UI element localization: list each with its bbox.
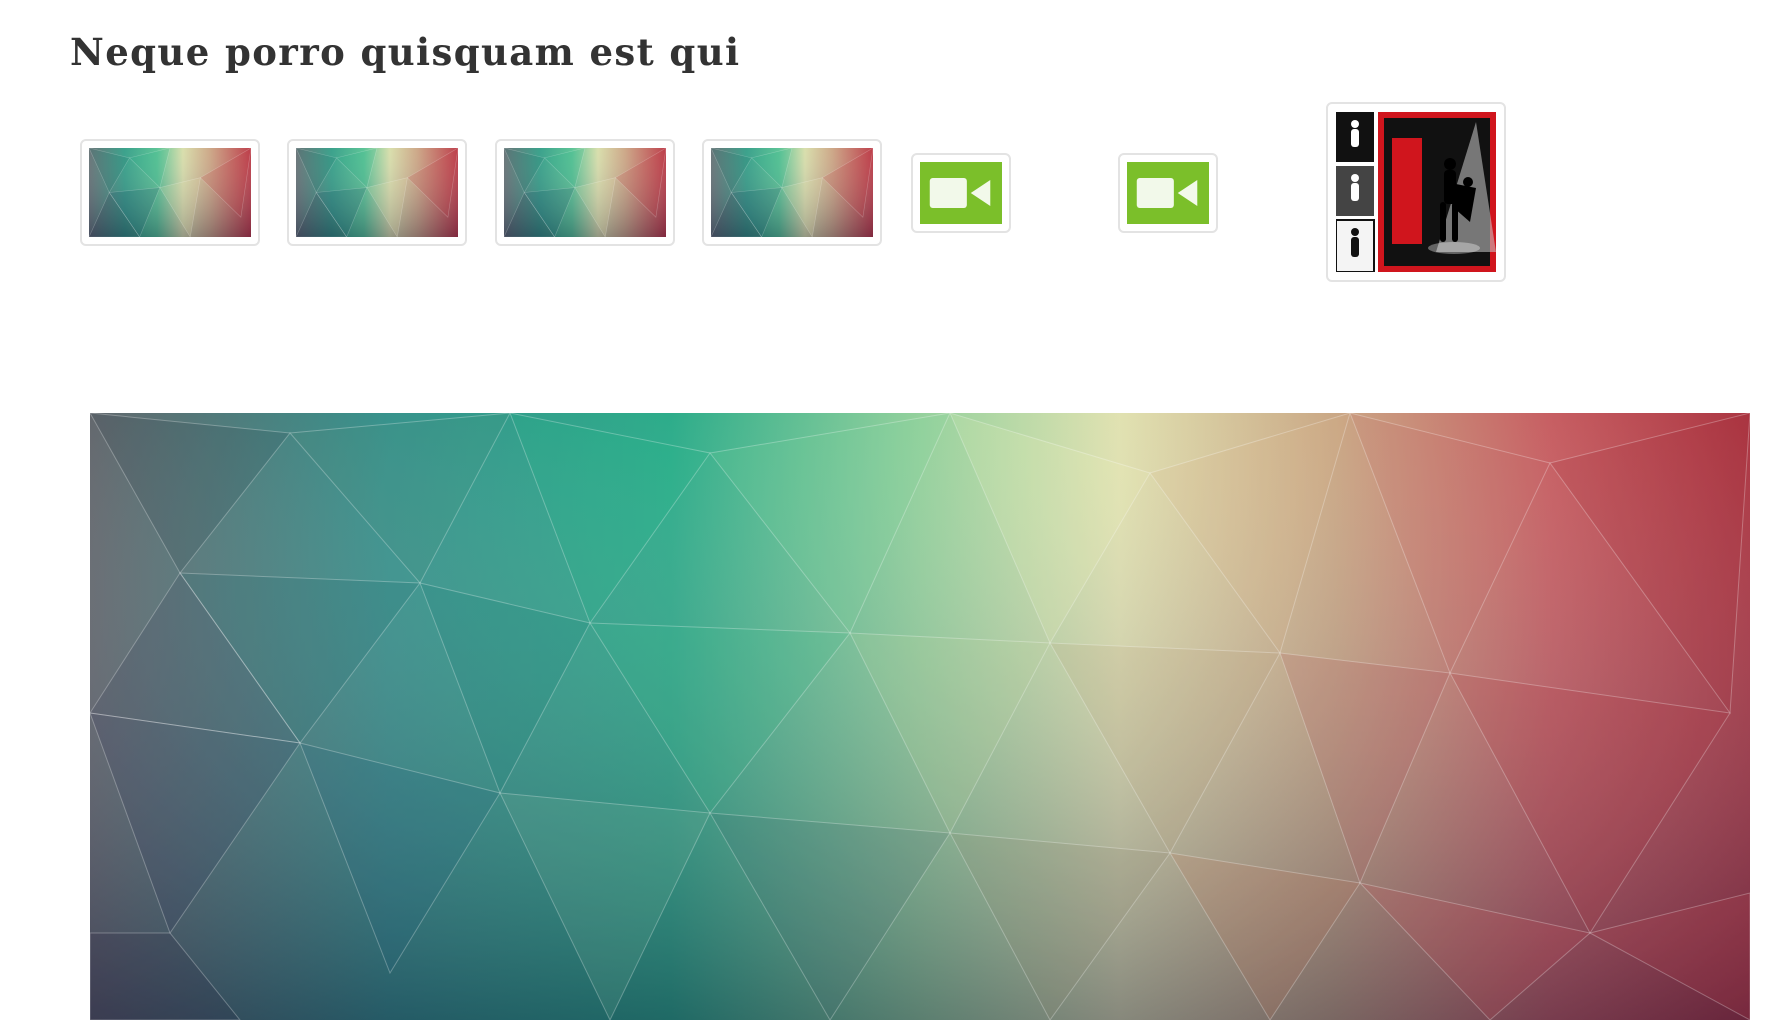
gallery-thumbnail-2[interactable] <box>287 139 467 246</box>
gallery-thumbnail-4[interactable] <box>702 139 882 246</box>
polygon-background-image <box>90 413 1750 1020</box>
gallery-video-2[interactable] <box>1118 153 1218 233</box>
polygon-thumbnail-icon <box>296 148 458 237</box>
gallery-video-1[interactable] <box>911 153 1011 233</box>
polygon-thumbnail-icon <box>504 148 666 237</box>
polygon-thumbnail-icon <box>711 148 873 237</box>
gallery-thumbnail-3[interactable] <box>495 139 675 246</box>
video-camera-icon <box>920 162 1002 224</box>
video-camera-icon <box>1127 162 1209 224</box>
featured-image <box>90 413 1750 1020</box>
gallery-dance-poster[interactable] <box>1326 102 1506 282</box>
gallery-thumbnail-1[interactable] <box>80 139 260 246</box>
dance-poster-icon <box>1336 112 1496 272</box>
polygon-thumbnail-icon <box>89 148 251 237</box>
page-title: Neque porro quisquam est qui <box>70 30 741 74</box>
